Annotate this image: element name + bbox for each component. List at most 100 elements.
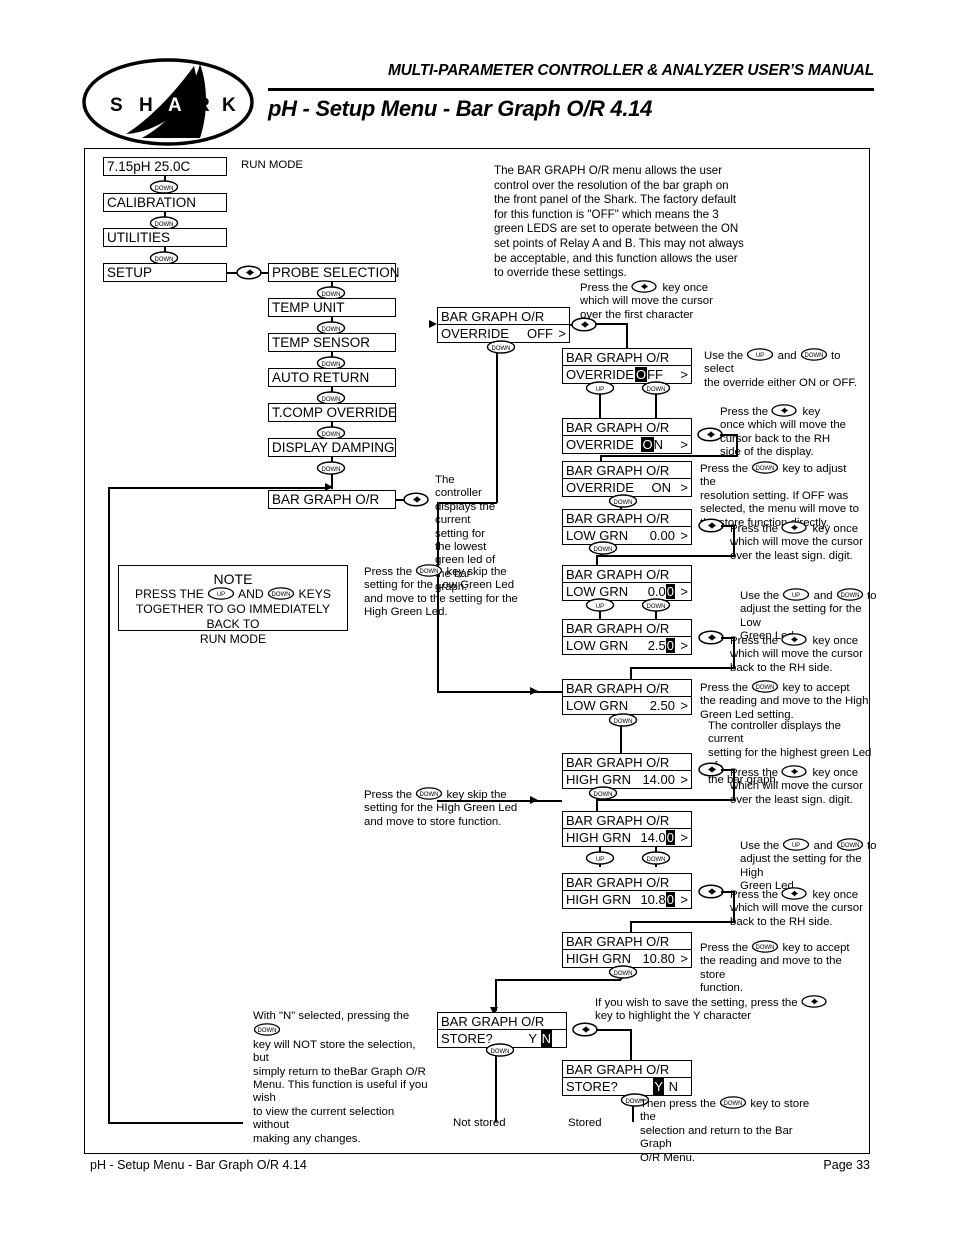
txt: Press the [580, 282, 629, 294]
down-key-icon: DOWN [641, 598, 671, 612]
lcd-caret: > [680, 772, 688, 787]
svg-text:H: H [139, 95, 153, 116]
header-divider [268, 88, 874, 91]
txt: Use the [740, 590, 780, 602]
lcd-title: BAR GRAPH O/R [563, 419, 691, 436]
svg-text:DOWN: DOWN [594, 547, 613, 553]
note-and: AND [237, 587, 264, 601]
svg-text:DOWN: DOWN [322, 467, 341, 473]
footer-right: Page 33 [823, 1158, 870, 1172]
svg-text:S: S [110, 95, 123, 116]
txt: which will move the cursor [730, 648, 863, 661]
annotation-press-lr-back-rh-1: Press the key once which will move the c… [730, 633, 880, 675]
down-key-icon: DOWN [641, 851, 671, 865]
txt: key once [812, 635, 859, 647]
lcd-cursor-char: 0 [665, 892, 675, 907]
connector [630, 1029, 633, 1060]
up-key-icon: UP [782, 838, 810, 851]
down-key-icon: DOWN [751, 940, 779, 953]
txt: the reading and move to the store [700, 955, 842, 981]
txt: With "N" selected, pressing the [253, 1010, 410, 1022]
lcd-caret: > [680, 437, 688, 452]
note-press-the: PRESS THE [134, 587, 204, 601]
down-key-icon: DOWN [751, 461, 779, 474]
txt: to [866, 840, 877, 852]
svg-text:DOWN: DOWN [155, 186, 174, 192]
lcd-body: LOW GRN 2.50 > [563, 697, 691, 714]
txt: key will NOT store the selection, but [253, 1038, 416, 1065]
lcd-screen-override-on: BAR GRAPH O/R OVERRIDE ON > [562, 461, 692, 497]
lcd-caret: > [680, 638, 688, 653]
lcd-title: BAR GRAPH O/R [563, 933, 691, 950]
txt: and [813, 840, 833, 852]
return-loop-line [108, 487, 330, 490]
txt: Use the [740, 840, 780, 852]
lcd-label: HIGH GRN [566, 772, 631, 787]
lcd-caret: > [680, 830, 688, 845]
txt: simply return to theBar Graph O/R [253, 1065, 426, 1078]
svg-text:R: R [196, 95, 210, 116]
svg-text:DOWN: DOWN [804, 353, 823, 359]
txt: Menu. This function is useful if you wis… [253, 1079, 428, 1105]
left-right-key-icon [781, 633, 809, 646]
svg-text:DOWN: DOWN [756, 945, 775, 951]
lcd-value: OFF [527, 326, 553, 341]
lcd-label: OVERRIDE [566, 367, 634, 382]
txt: Press the [700, 942, 749, 954]
left-right-key-icon [571, 317, 597, 332]
connector [260, 272, 268, 274]
txt: adjust the setting for the Low [740, 603, 862, 629]
up-key-icon: UP [746, 348, 774, 361]
connector [600, 455, 738, 458]
lcd-label: HIGH GRN [566, 830, 631, 845]
txt: High Green Led. [364, 606, 448, 619]
svg-text:DOWN: DOWN [724, 1101, 743, 1107]
txt: key to accept [782, 682, 850, 694]
svg-text:UP: UP [217, 592, 225, 598]
txt: and move to the setting for the [364, 592, 518, 605]
annotation-press-down-accept-store: Press the DOWN key to accept the reading… [700, 940, 870, 996]
lcd-body: HIGH GRN 10.80 > [563, 891, 691, 908]
lcd-value: 0.00 [649, 528, 675, 543]
annotation-use-up-down-high: Use the UP and DOWN to adjust the settin… [740, 838, 885, 894]
down-key-icon: DOWN [588, 541, 618, 555]
txt: The controller displays the current [708, 720, 841, 746]
note-box: NOTE PRESS THE UP AND DOWN KEYS TOGETHER… [118, 565, 348, 646]
svg-text:DOWN: DOWN [614, 500, 633, 506]
txt: Press the [730, 889, 779, 901]
intro-paragraph: The BAR GRAPH O/R menu allows the user c… [494, 164, 744, 280]
txt: cursor back to the RH [720, 432, 831, 445]
down-key-icon: DOWN [149, 180, 179, 194]
connector [495, 1048, 497, 1122]
lcd-title: BAR GRAPH O/R [563, 1061, 691, 1078]
txt: function. [700, 982, 744, 995]
txt: once which will move the [720, 419, 846, 432]
down-key-icon: DOWN [253, 1023, 281, 1037]
lcd-label: LOW GRN [566, 698, 629, 713]
svg-text:UP: UP [596, 857, 604, 863]
annotation-press-lr-least-sig-2: Press the key once which will move the c… [730, 765, 880, 807]
annotation-use-up-down-override: Use the UP and DOWN to select the overri… [704, 348, 864, 390]
lcd-value: 10.80 [642, 951, 675, 966]
down-key-icon: DOWN [267, 587, 295, 600]
lcd-label: HIGH GRN [566, 951, 631, 966]
svg-text:DOWN: DOWN [272, 592, 291, 598]
run-mode-label: RUN MODE [241, 159, 304, 171]
txt: setting for the HIgh Green Led [364, 802, 518, 815]
left-right-key-icon [631, 280, 659, 293]
down-key-icon: DOWN [608, 965, 638, 979]
txt: over the least sign. digit. [730, 793, 853, 806]
lcd-screen-high-grn-1080: BAR GRAPH O/R HIGH GRN 10.80 > [562, 932, 692, 968]
arrow-head [325, 483, 333, 491]
lcd-value: 14.00 [642, 772, 675, 787]
page-title: pH - Setup Menu - Bar Graph O/R 4.14 [268, 96, 653, 121]
connector [437, 691, 562, 693]
down-key-icon: DOWN [836, 588, 864, 601]
txt: which will move the cursor [730, 902, 863, 915]
lcd-no-cursor: N [540, 1030, 552, 1047]
txt: Then press the [640, 1098, 716, 1110]
lcd-prefix: 0.0 [647, 584, 666, 599]
footer-left: pH - Setup Menu - Bar Graph O/R 4.14 [90, 1158, 307, 1172]
lcd-body: LOW GRN 2.50 > [563, 637, 691, 654]
txt: to [866, 590, 877, 602]
